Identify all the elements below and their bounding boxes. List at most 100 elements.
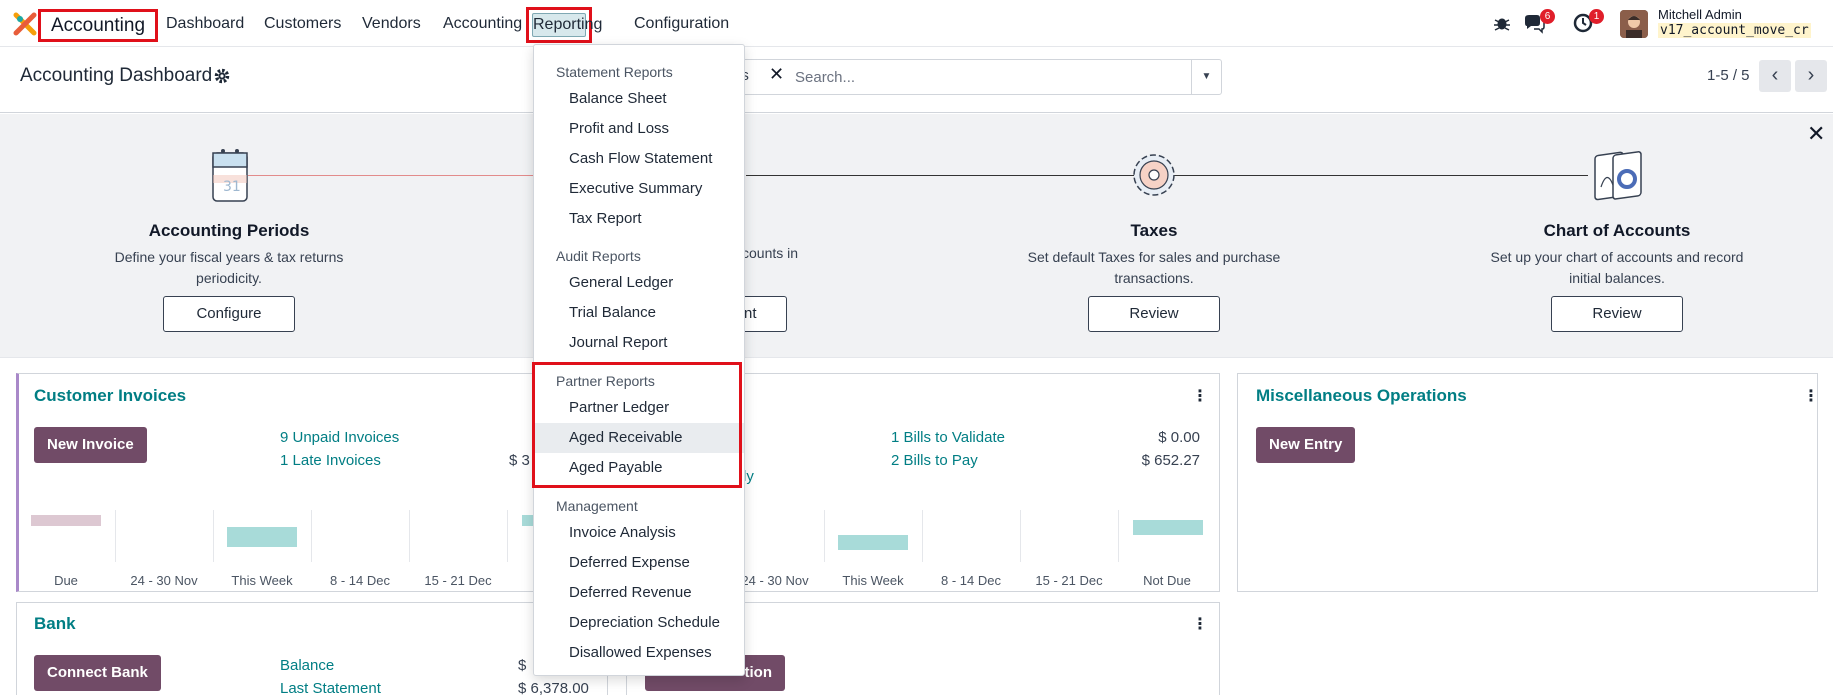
app-logo-icon[interactable] bbox=[13, 12, 37, 36]
balance-amount: $ bbox=[518, 657, 527, 674]
activities-badge: 1 bbox=[1589, 9, 1604, 24]
partner-reports-highlight bbox=[532, 362, 742, 488]
new-entry-button[interactable]: New Entry bbox=[1256, 427, 1356, 463]
menu-reporting-highlight: Reporting bbox=[526, 7, 602, 43]
step-desc-line: Set default Taxes for sales and purchase bbox=[1027, 249, 1281, 265]
menu-item-journal-report[interactable]: Journal Report bbox=[534, 328, 744, 358]
reporting-dropdown-menu: Statement Reports Balance Sheet Profit a… bbox=[533, 44, 745, 676]
activities-systray[interactable]: 1 bbox=[1572, 9, 1604, 34]
graph-bar-this-week[interactable] bbox=[838, 535, 908, 550]
step-accounting-periods: 31 Accounting Periods Define your fiscal… bbox=[103, 139, 355, 289]
graph-label: 15 - 21 Dec bbox=[424, 573, 492, 588]
menu-item-invoice-analysis[interactable]: Invoice Analysis bbox=[534, 518, 744, 548]
graph-gridline bbox=[824, 510, 825, 562]
graph-label: 8 - 14 Dec bbox=[330, 573, 390, 588]
menu-item-depreciation-schedule[interactable]: Depreciation Schedule bbox=[534, 608, 744, 638]
graph-gridline bbox=[507, 510, 508, 562]
review-taxes-button[interactable]: Review bbox=[1088, 296, 1220, 332]
search-options-toggle[interactable]: ▼ bbox=[1191, 60, 1221, 94]
menu-item-deferred-expense[interactable]: Deferred Expense bbox=[534, 548, 744, 578]
bills-to-pay-amount: $ 652.27 bbox=[1141, 452, 1200, 469]
menu-item-deferred-revenue[interactable]: Deferred Revenue bbox=[534, 578, 744, 608]
app-name[interactable]: Accounting bbox=[38, 9, 159, 42]
configure-button[interactable]: Configure bbox=[163, 296, 295, 332]
step-desc-line: periodicity. bbox=[196, 270, 262, 286]
step-description: Set up your chart of accounts and record… bbox=[1463, 247, 1771, 289]
late-invoices-link[interactable]: 1 Late Invoices bbox=[280, 452, 381, 469]
card-options-icon[interactable]: ⋮ bbox=[1192, 614, 1208, 634]
menu-item-executive-summary[interactable]: Executive Summary bbox=[534, 174, 744, 204]
menu-item-cash-flow-statement[interactable]: Cash Flow Statement bbox=[534, 144, 744, 174]
graph-label: This Week bbox=[231, 573, 293, 588]
bills-to-validate-amount: $ 0.00 bbox=[1158, 429, 1200, 446]
search-input[interactable]: Search... bbox=[795, 69, 855, 86]
card-options-icon[interactable]: ⋮ bbox=[1192, 386, 1208, 406]
graph-gridline bbox=[922, 510, 923, 562]
menu-item-tax-report[interactable]: Tax Report bbox=[534, 204, 744, 234]
section-header-statement-reports: Statement Reports bbox=[556, 64, 673, 80]
graph-bar-this-week[interactable] bbox=[227, 527, 297, 547]
menu-item-general-ledger[interactable]: General Ledger bbox=[534, 268, 744, 298]
menu-item-profit-and-loss[interactable]: Profit and Loss bbox=[534, 114, 744, 144]
step-description: Set default Taxes for sales and purchase… bbox=[1003, 247, 1305, 289]
facet-remove-icon[interactable]: ✕ bbox=[769, 64, 784, 85]
new-invoice-button[interactable]: New Invoice bbox=[34, 427, 147, 463]
menu-configuration[interactable]: Configuration bbox=[634, 15, 729, 33]
graph-gridline bbox=[409, 510, 410, 562]
section-header-management: Management bbox=[556, 498, 638, 514]
step-description: Define your fiscal years & tax returns p… bbox=[103, 247, 355, 289]
graph-gridline bbox=[1118, 510, 1119, 562]
bills-to-pay-link[interactable]: 2 Bills to Pay bbox=[891, 452, 978, 469]
bills-to-validate-link[interactable]: 1 Bills to Validate bbox=[891, 429, 1005, 446]
messages-systray[interactable]: 6 bbox=[1523, 9, 1555, 34]
section-header-audit-reports: Audit Reports bbox=[556, 248, 641, 264]
step-description-partial: counts in bbox=[742, 245, 799, 261]
menu-reporting[interactable]: Reporting bbox=[532, 13, 602, 37]
avatar-image bbox=[1620, 10, 1648, 38]
close-icon[interactable]: ✕ bbox=[1807, 121, 1825, 147]
step-desc-line: Define your fiscal years & tax returns bbox=[114, 249, 344, 265]
graph-label: Not Due bbox=[1143, 573, 1191, 588]
menu-accounting[interactable]: Accounting bbox=[443, 15, 522, 33]
menu-dashboard[interactable]: Dashboard bbox=[166, 15, 244, 33]
menu-item-disallowed-expenses[interactable]: Disallowed Expenses bbox=[534, 638, 744, 668]
step-title: Accounting Periods bbox=[148, 221, 310, 240]
step-desc-line: Set up your chart of accounts and record bbox=[1490, 249, 1744, 265]
pager-next-button[interactable]: › bbox=[1795, 60, 1827, 92]
chart-of-accounts-icon bbox=[1594, 151, 1642, 201]
taxes-gear-icon bbox=[1133, 154, 1175, 196]
menu-customers[interactable]: Customers bbox=[264, 15, 341, 33]
card-options-icon[interactable]: ⋮ bbox=[1803, 386, 1819, 406]
customer-invoices-title[interactable]: Customer Invoices bbox=[34, 386, 186, 406]
graph-bar-due[interactable] bbox=[31, 515, 101, 526]
connect-bank-button[interactable]: Connect Bank bbox=[34, 655, 161, 691]
pager-previous-button[interactable]: ‹ bbox=[1759, 60, 1791, 92]
graph-label: 24 - 30 Nov bbox=[130, 573, 198, 588]
graph-bar-not-due[interactable] bbox=[1133, 520, 1203, 535]
graph-label: Due bbox=[54, 573, 78, 588]
top-navbar: Accounting Dashboard Customers Vendors A… bbox=[0, 0, 1833, 47]
menu-item-balance-sheet[interactable]: Balance Sheet bbox=[534, 84, 744, 114]
bug-icon[interactable] bbox=[1491, 12, 1513, 34]
svg-text:31: 31 bbox=[223, 179, 241, 195]
unpaid-invoices-link[interactable]: 9 Unpaid Invoices bbox=[280, 429, 399, 446]
step-title: Chart of Accounts bbox=[1543, 221, 1691, 240]
pager-value[interactable]: 1-5 / 5 bbox=[1707, 67, 1750, 84]
step-desc-line: transactions. bbox=[1114, 270, 1194, 286]
last-statement-link[interactable]: Last Statement bbox=[280, 680, 381, 695]
miscellaneous-operations-title[interactable]: Miscellaneous Operations bbox=[1256, 386, 1467, 406]
graph-gridline bbox=[115, 510, 116, 562]
menu-item-trial-balance[interactable]: Trial Balance bbox=[534, 298, 744, 328]
last-statement-amount: $ 6,378.00 bbox=[518, 680, 589, 695]
graph-label: 15 - 21 Dec bbox=[1035, 573, 1103, 588]
database-name: v17_account_move_cr bbox=[1658, 23, 1811, 38]
gear-icon[interactable] bbox=[213, 67, 231, 85]
menu-vendors[interactable]: Vendors bbox=[362, 15, 421, 33]
user-avatar[interactable] bbox=[1620, 10, 1648, 38]
graph-label: This Week bbox=[842, 573, 904, 588]
bank-title[interactable]: Bank bbox=[34, 614, 76, 634]
review-chart-of-accounts-button[interactable]: Review bbox=[1551, 296, 1683, 332]
balance-link[interactable]: Balance bbox=[280, 657, 334, 674]
page-title: Accounting Dashboard bbox=[20, 65, 213, 86]
user-name[interactable]: Mitchell Admin bbox=[1658, 7, 1742, 22]
